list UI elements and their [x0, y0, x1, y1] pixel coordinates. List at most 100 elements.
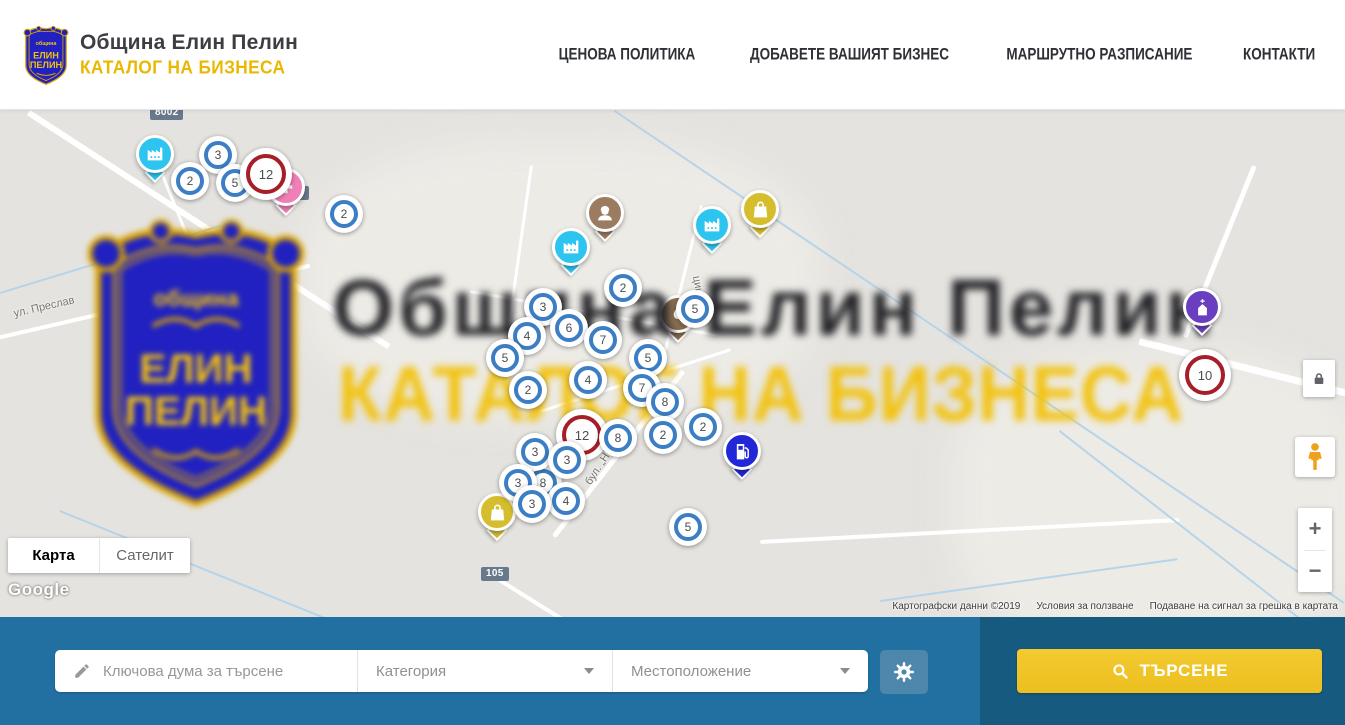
nav-item-0[interactable]: ЦЕНОВА ПОЛИТИКА [559, 45, 696, 63]
category-select-value: Категория [376, 663, 446, 680]
cluster-count: 5 [681, 295, 709, 323]
svg-text:ПЕЛИН: ПЕЛИН [125, 388, 267, 434]
bag-icon [487, 502, 508, 523]
road-number-badge: 105 [481, 567, 509, 581]
site-subtitle: КАТАЛОГ НА БИЗНЕСА [80, 56, 289, 78]
cluster-count: 5 [634, 344, 662, 372]
bag-pin-marker[interactable] [741, 190, 779, 228]
svg-text:ЕЛИН: ЕЛИН [33, 50, 59, 60]
watermark-title: Община Елин Пелин [332, 262, 1218, 354]
fuel-pin-marker[interactable] [723, 432, 761, 470]
factory-icon [560, 236, 582, 258]
cluster-count: 6 [555, 314, 583, 342]
church-pin-marker[interactable] [1183, 288, 1221, 326]
cluster-marker-3[interactable]: 3 [548, 441, 586, 479]
zoom-out-button[interactable]: − [1298, 551, 1332, 593]
cluster-marker-4[interactable]: 4 [547, 482, 585, 520]
watermark-shield: община ЕЛИН ПЕЛИН [80, 213, 312, 511]
cluster-marker-2[interactable]: 2 [684, 408, 722, 446]
cluster-marker-3[interactable]: 3 [513, 485, 551, 523]
cluster-count: 5 [491, 344, 519, 372]
cluster-marker-2[interactable]: 2 [644, 416, 682, 454]
cluster-count: 2 [689, 413, 717, 441]
cluster-marker-7[interactable]: 7 [584, 321, 622, 359]
cluster-count: 2 [609, 274, 637, 302]
nav-item-1[interactable]: ДОБАВЕТЕ ВАШИЯТ БИЗНЕС [750, 45, 949, 63]
worker-icon [594, 202, 616, 224]
chevron-down-icon [584, 668, 594, 674]
street-label: ул. Преслав [13, 294, 76, 320]
road-line [498, 578, 610, 617]
cluster-count: 3 [521, 438, 549, 466]
zoom-control: + − [1298, 508, 1332, 592]
road-number-badge: 8002 [150, 110, 183, 120]
svg-text:ЕЛИН: ЕЛИН [139, 346, 252, 392]
street-view-pegman[interactable] [1295, 437, 1335, 477]
cluster-count: 2 [176, 167, 204, 195]
cluster-marker-2[interactable]: 2 [509, 371, 547, 409]
svg-text:ПЕЛИН: ПЕЛИН [30, 60, 62, 70]
chevron-down-icon [840, 668, 850, 674]
cluster-marker-2[interactable]: 2 [171, 162, 209, 200]
church-icon [1192, 297, 1213, 318]
keyword-input[interactable] [103, 663, 347, 680]
cluster-marker-2[interactable]: 2 [325, 195, 363, 233]
cluster-marker-5[interactable]: 5 [669, 508, 707, 546]
cluster-marker-6[interactable]: 6 [550, 309, 588, 347]
map-type-satellite-button[interactable]: Сателит [99, 538, 190, 573]
cluster-count: 2 [514, 376, 542, 404]
gear-icon [892, 660, 916, 684]
map-type-map-button[interactable]: Карта [8, 538, 99, 573]
cluster-marker-10[interactable]: 10 [1179, 349, 1231, 401]
factory-pin-marker[interactable] [552, 228, 590, 266]
cluster-marker-4[interactable]: 4 [569, 361, 607, 399]
cluster-count: 10 [1185, 355, 1225, 395]
location-select[interactable]: Местоположение [612, 650, 868, 692]
lock-button[interactable] [1303, 360, 1335, 397]
main-nav: ЦЕНОВА ПОЛИТИКА ДОБАВЕТЕ ВАШИЯТ БИЗНЕС МАР… [551, 46, 1319, 63]
cluster-count: 3 [553, 446, 581, 474]
attribution-text: Картографски данни ©2019 [892, 601, 1020, 612]
cluster-count: 4 [552, 487, 580, 515]
pencil-icon [73, 662, 91, 680]
search-fields: Категория Местоположение [55, 650, 868, 692]
cluster-count: 7 [589, 326, 617, 354]
google-logo[interactable]: Google [8, 580, 70, 600]
keyword-field [55, 650, 357, 692]
search-button-label: ТЪРСЕНЕ [1140, 661, 1229, 681]
category-select[interactable]: Категория [357, 650, 612, 692]
factory-icon [701, 214, 723, 236]
cluster-count: 12 [246, 154, 286, 194]
cluster-marker-5[interactable]: 5 [676, 290, 714, 328]
map-canvas[interactable]: ул. Преславбул. „Новоселции 80028105 общ… [0, 110, 1345, 617]
site-title: Община Елин Пелин [80, 31, 298, 55]
fuel-icon [732, 441, 753, 462]
nav-item-3[interactable]: КОНТАКТИ [1243, 45, 1315, 63]
search-button[interactable]: ТЪРСЕНЕ [1017, 649, 1322, 693]
attribution-link[interactable]: Условия за ползване [1036, 601, 1133, 612]
map-type-control: Карта Сателит [8, 538, 190, 573]
advanced-settings-button[interactable] [880, 650, 928, 694]
worker-pin-marker[interactable] [586, 194, 624, 232]
cluster-count: 5 [674, 513, 702, 541]
location-select-value: Местоположение [631, 663, 751, 680]
nav-item-2[interactable]: МАРШРУТНО РАЗПИСАНИЕ [1006, 45, 1192, 63]
svg-text:община: община [36, 40, 58, 47]
cluster-count: 8 [604, 424, 632, 452]
cluster-marker-8[interactable]: 8 [599, 419, 637, 457]
site-logo[interactable]: община ЕЛИН ПЕЛИН Община Елин Пелин КАТА… [22, 23, 298, 87]
map-attribution: Картографски данни ©2019 Условия за ползв… [892, 601, 1338, 612]
cluster-count: 4 [574, 366, 602, 394]
cluster-count: 3 [518, 490, 546, 518]
municipality-shield-logo: община ЕЛИН ПЕЛИН [22, 23, 70, 87]
cluster-count: 2 [330, 200, 358, 228]
factory-pin-marker[interactable] [693, 206, 731, 244]
zoom-in-button[interactable]: + [1298, 508, 1332, 550]
attribution-link[interactable]: Подаване на сигнал за грешка в картата [1150, 601, 1338, 612]
cluster-marker-2[interactable]: 2 [604, 269, 642, 307]
cluster-count: 2 [649, 421, 677, 449]
bag-icon [750, 199, 771, 220]
factory-pin-marker[interactable] [136, 135, 174, 173]
watermark-subtitle: КАТАЛОГ НА БИЗНЕСА [338, 350, 1184, 439]
cluster-marker-12[interactable]: 12 [240, 148, 292, 200]
